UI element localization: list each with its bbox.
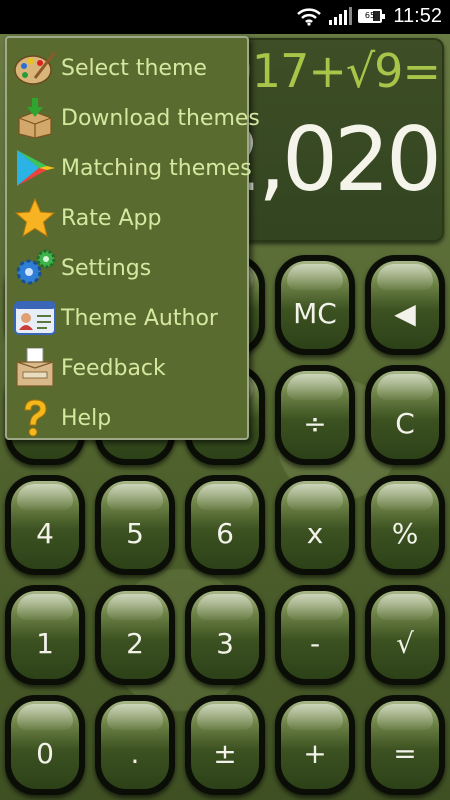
palette-icon	[14, 51, 57, 85]
menu-item-label: Feedback	[61, 356, 166, 381]
options-menu: Select theme Download themes Matching th…	[5, 36, 260, 442]
menu-item-label: Help	[61, 406, 112, 431]
menu-item-help[interactable]: Help	[7, 392, 247, 442]
menu-item-select-theme[interactable]: Select theme	[7, 42, 247, 92]
key-mc[interactable]: MC	[275, 255, 355, 355]
key-1[interactable]: 1	[5, 585, 85, 685]
gears-icon	[16, 249, 56, 285]
menu-item-label: Theme Author	[61, 306, 218, 331]
menu-item-label: Select theme	[61, 56, 207, 81]
menu-item-label: Matching themes	[61, 156, 252, 181]
key-plus-minus[interactable]: ±	[185, 695, 265, 795]
clock: 11:52	[393, 5, 442, 27]
id-card-icon	[14, 301, 56, 335]
menu-item-matching-themes[interactable]: Matching themes	[7, 142, 252, 192]
feedback-box-icon	[16, 348, 54, 387]
key-clear[interactable]: C	[365, 365, 445, 465]
key-sqrt[interactable]: √	[365, 585, 445, 685]
menu-item-theme-author[interactable]: Theme Author	[7, 292, 247, 342]
key-plus[interactable]: +	[275, 695, 355, 795]
key-equals[interactable]: =	[365, 695, 445, 795]
star-icon	[14, 198, 56, 238]
question-mark-icon	[24, 399, 47, 437]
menu-item-feedback[interactable]: Feedback	[7, 342, 247, 392]
menu-item-rate-app[interactable]: Rate App	[7, 192, 247, 242]
menu-item-label: Download themes	[61, 106, 260, 131]
key-0[interactable]: 0	[5, 695, 85, 795]
battery-level: 65	[364, 11, 376, 20]
key-5[interactable]: 5	[95, 475, 175, 575]
menu-item-download-themes[interactable]: Download themes	[7, 92, 260, 142]
wifi-icon	[297, 8, 321, 26]
key-4[interactable]: 4	[5, 475, 85, 575]
key-divide[interactable]: ÷	[275, 365, 355, 465]
key-6[interactable]: 6	[185, 475, 265, 575]
key-percent[interactable]: %	[365, 475, 445, 575]
battery-icon: 65	[358, 9, 385, 23]
key-3[interactable]: 3	[185, 585, 265, 685]
menu-item-label: Settings	[61, 256, 152, 281]
download-box-icon	[18, 98, 52, 138]
signal-icon	[329, 7, 352, 25]
menu-item-label: Rate App	[61, 206, 162, 231]
key-minus[interactable]: -	[275, 585, 355, 685]
key-backspace[interactable]: ◀	[365, 255, 445, 355]
menu-item-settings[interactable]: Settings	[7, 242, 247, 292]
key-2[interactable]: 2	[95, 585, 175, 685]
key-decimal[interactable]: .	[95, 695, 175, 795]
status-bar: 65 11:52	[0, 0, 450, 34]
key-multiply[interactable]: x	[275, 475, 355, 575]
play-store-icon	[17, 150, 55, 186]
backspace-icon: ◀	[394, 296, 416, 330]
